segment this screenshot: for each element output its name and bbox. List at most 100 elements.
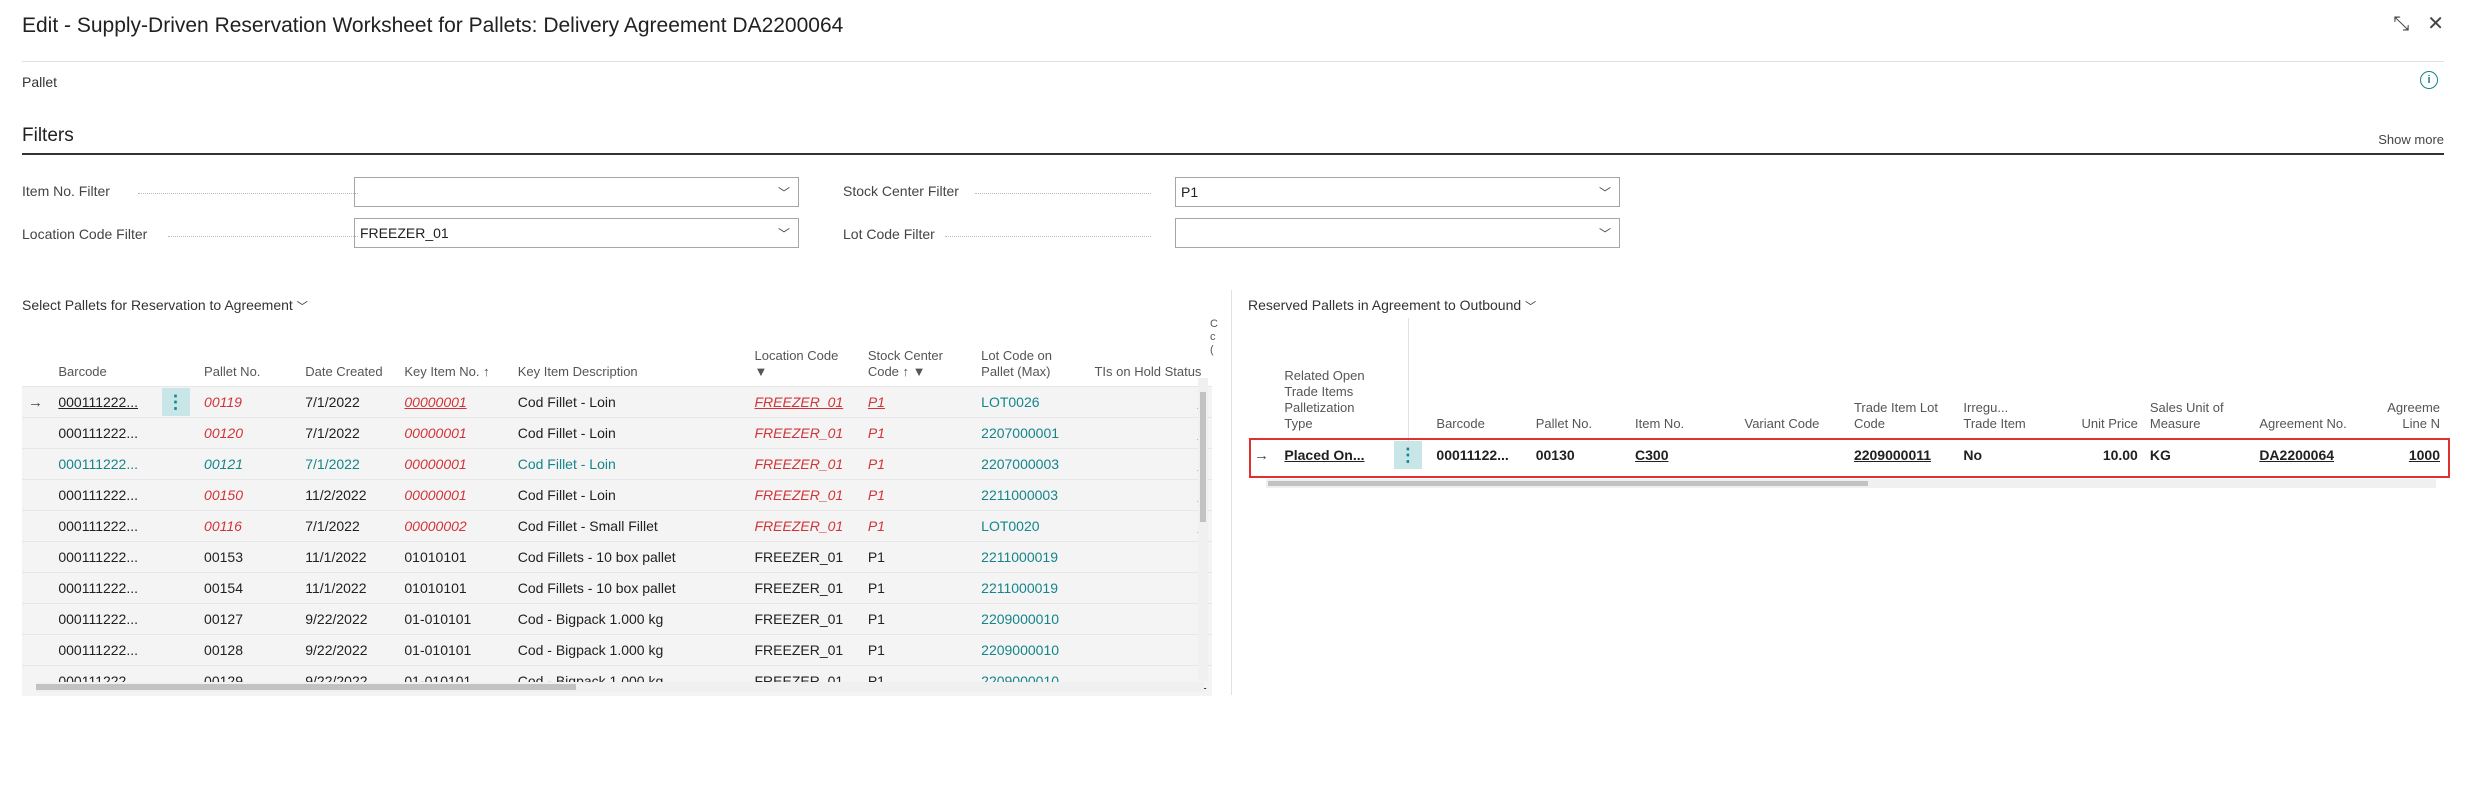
col-pallet-no[interactable]: Pallet No. <box>198 330 299 387</box>
cell-location[interactable]: FREEZER_01 <box>748 417 862 449</box>
cell-lot-code[interactable]: 2211000019 <box>975 541 1089 573</box>
cell-item-no[interactable]: 00000002 <box>398 510 512 542</box>
cell-barcode[interactable]: 000111222... <box>52 634 156 666</box>
cell-pallet-no[interactable]: 00153 <box>198 541 300 573</box>
cell-stock-center[interactable]: P1 <box>861 603 976 635</box>
col-tis-hold-status[interactable]: TIs on Hold Status <box>1088 330 1212 387</box>
left-part-title[interactable]: Select Pallets for Reservation to Agreem… <box>22 297 308 314</box>
chevron-down-icon[interactable]: ﹀ <box>778 184 790 201</box>
col-agreement-no[interactable]: Agreement No. <box>2253 348 2362 439</box>
cell-barcode[interactable]: 000111222... <box>52 541 156 573</box>
cell-item-no[interactable]: 01-010101 <box>398 634 512 666</box>
table-row[interactable]: 000111222... 00153 11/1/2022 01010101 Co… <box>22 541 1212 573</box>
col-variant-code[interactable]: Variant Code <box>1738 348 1847 439</box>
col-trade-item-lot-code[interactable]: Trade Item Lot Code <box>1848 348 1957 439</box>
chevron-down-icon[interactable]: ﹀ <box>1599 184 1611 201</box>
row-actions-cell[interactable]: ⋮ <box>155 386 199 418</box>
item-no-filter-field[interactable]: ﹀ <box>354 177 799 207</box>
col-pallet-no[interactable]: Pallet No. <box>1530 348 1629 439</box>
cell-item-no[interactable]: 00000001 <box>398 448 512 480</box>
cell-barcode[interactable]: 000111222... <box>52 603 156 635</box>
cell-hold[interactable]: _ <box>1088 510 1212 542</box>
cell-barcode[interactable]: 000111222... <box>52 386 156 418</box>
cell-location[interactable]: FREEZER_01 <box>748 386 862 418</box>
close-icon[interactable]: ✕ <box>2427 14 2444 34</box>
cell-location[interactable]: FREEZER_01 <box>748 510 862 542</box>
cell-barcode[interactable]: 000111222... <box>52 479 156 511</box>
cell-stock-center[interactable]: P1 <box>861 634 976 666</box>
col-location-code[interactable]: Location Code ▼ <box>749 330 862 387</box>
table-row[interactable]: 000111222... 00121 7/1/2022 00000001 Cod… <box>22 448 1212 480</box>
cell-lot-code[interactable]: 2209000010 <box>975 634 1089 666</box>
cell-location[interactable]: FREEZER_01 <box>748 572 862 604</box>
cell-location[interactable]: FREEZER_01 <box>748 603 862 635</box>
table-row[interactable]: → 000111222... ⋮ 00119 7/1/2022 00000001… <box>22 386 1212 418</box>
cell-lot-code[interactable]: 2211000003 <box>975 479 1089 511</box>
cell-hold[interactable]: _ <box>1088 479 1212 511</box>
stock-center-filter-field[interactable]: P1 ﹀ <box>1175 177 1620 207</box>
col-barcode[interactable]: Barcode <box>52 330 155 387</box>
cell-item-no[interactable]: 01-010101 <box>398 603 512 635</box>
table-row[interactable]: 000111222... 00150 11/2/2022 00000001 Co… <box>22 479 1212 511</box>
table-row[interactable]: 000111222... 00128 9/22/2022 01-010101 C… <box>22 634 1212 666</box>
left-grid-horizontal-scrollbar[interactable] <box>36 682 1204 692</box>
location-code-filter-field[interactable]: FREEZER_01 ﹀ <box>354 218 799 248</box>
cell-stock-center[interactable]: P1 <box>861 541 976 573</box>
col-key-item-description[interactable]: Key Item Description <box>512 330 749 387</box>
col-lot-code[interactable]: Lot Code on Pallet (Max) <box>975 330 1088 387</box>
cell-hold[interactable]: _ <box>1088 417 1212 449</box>
cell-pallet-no[interactable]: 00119 <box>198 386 300 418</box>
cell-barcode[interactable]: 000111222... <box>52 448 156 480</box>
cell-stock-center[interactable]: P1 <box>861 386 976 418</box>
right-part-title[interactable]: Reserved Pallets in Agreement to Outboun… <box>1248 297 1536 314</box>
cell-hold[interactable]: _ <box>1088 572 1212 604</box>
col-agreement-line-no[interactable]: Agreeme Line N <box>2363 348 2446 439</box>
chevron-down-icon[interactable]: ﹀ <box>778 225 790 242</box>
cell-pallet-no[interactable]: 00150 <box>198 479 300 511</box>
col-item-no[interactable]: Item No. <box>1629 348 1738 439</box>
cell-item-no[interactable]: 00000001 <box>398 386 512 418</box>
cell-pallet-no[interactable]: 00120 <box>198 417 300 449</box>
cell-hold[interactable]: _ <box>1088 448 1212 480</box>
cell-lot-code[interactable]: LOT0020 <box>975 510 1089 542</box>
show-more-link[interactable]: Show more <box>2378 132 2444 147</box>
table-row[interactable]: 000111222... 00120 7/1/2022 00000001 Cod… <box>22 417 1212 449</box>
cell-item-no[interactable]: 01010101 <box>398 572 512 604</box>
cell-item-no[interactable]: 01010101 <box>398 541 512 573</box>
cell-pallet-no[interactable]: 00128 <box>198 634 300 666</box>
cell-pallet-no[interactable]: 00121 <box>198 448 300 480</box>
col-related-palletization-type[interactable]: Related Open Trade Items Palletization T… <box>1278 348 1387 439</box>
cell-lot-code[interactable]: 2209000010 <box>975 603 1089 635</box>
cell-hold[interactable]: _ <box>1088 541 1212 573</box>
tab-pallet[interactable]: Pallet <box>22 74 57 90</box>
cell-hold[interactable]: _ <box>1088 634 1212 666</box>
info-icon[interactable]: i <box>2420 71 2438 89</box>
cell-pallet-no[interactable]: 00127 <box>198 603 300 635</box>
cell-stock-center[interactable]: P1 <box>861 417 976 449</box>
cell-lot-code[interactable]: 2207000001 <box>975 417 1089 449</box>
cell-pallet-no[interactable]: 00116 <box>198 510 300 542</box>
cell-barcode[interactable]: 000111222... <box>52 510 156 542</box>
col-key-item-no[interactable]: Key Item No. ↑ <box>398 330 511 387</box>
cell-lot-code[interactable]: 2211000019 <box>975 572 1089 604</box>
cell-stock-center[interactable]: P1 <box>861 572 976 604</box>
cell-lot-code[interactable]: LOT0026 <box>975 386 1089 418</box>
right-grid-horizontal-scrollbar[interactable] <box>1266 479 2436 488</box>
col-unit-price[interactable]: Unit Price <box>2034 348 2143 439</box>
col-irregular-trade-item[interactable]: Irregu... Trade Item <box>1957 348 2034 439</box>
cell-lot-code[interactable]: 2207000003 <box>975 448 1089 480</box>
cell-location[interactable]: FREEZER_01 <box>748 479 862 511</box>
left-grid-vertical-scrollbar[interactable] <box>1198 378 1208 681</box>
cell-stock-center[interactable]: P1 <box>861 448 976 480</box>
cell-pallet-no[interactable]: 00154 <box>198 572 300 604</box>
cell-stock-center[interactable]: P1 <box>861 479 976 511</box>
table-row[interactable]: 000111222... 00154 11/1/2022 01010101 Co… <box>22 572 1212 604</box>
table-row[interactable]: 000111222... 00127 9/22/2022 01-010101 C… <box>22 603 1212 635</box>
cell-barcode[interactable]: 000111222... <box>52 572 156 604</box>
cell-item-no[interactable]: 00000001 <box>398 417 512 449</box>
cell-location[interactable]: FREEZER_01 <box>748 634 862 666</box>
collapse-icon[interactable]: ⤡ <box>2393 14 2409 34</box>
chevron-down-icon[interactable]: ﹀ <box>1599 225 1611 242</box>
lot-code-filter-field[interactable]: ﹀ <box>1175 218 1620 248</box>
cell-item-no[interactable]: 00000001 <box>398 479 512 511</box>
